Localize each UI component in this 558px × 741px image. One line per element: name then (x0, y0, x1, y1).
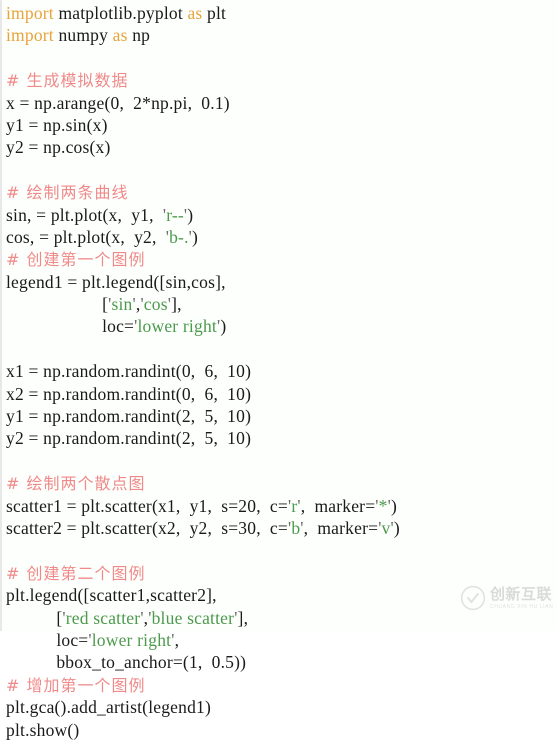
code-token-plain: ) (220, 316, 227, 337)
code-line: loc='lower right', (6, 629, 558, 651)
code-token-plain: ) (390, 495, 397, 516)
code-line: cos, = plt.plot(x, y2, 'b-.') (6, 226, 558, 248)
code-token-plain: , marker= (303, 517, 379, 538)
code-token-plain: x = np.arange(0, 2*np.pi, 0.1) (6, 92, 230, 113)
code-token-plain: y2 = np.cos(x) (6, 137, 111, 158)
code-token-plain: y1 = np.random.randint(2, 5, 10) (6, 406, 252, 427)
code-line: scatter1 = plt.scatter(x1, y1, s=20, c='… (6, 495, 558, 517)
code-snippet-block: import matplotlib.pyplot as plt import nu… (0, 0, 558, 740)
code-token-plain: y1 = np.sin(x) (6, 114, 108, 135)
code-token-kw: as (112, 25, 128, 46)
code-token-plain: x1 = np.random.randint(0, 6, 10) (6, 361, 252, 382)
code-token-comment: # 增加第一个图例 (6, 675, 146, 695)
code-token-comment: # 创建第一个图例 (6, 250, 146, 270)
code-line: y2 = np.cos(x) (6, 136, 558, 158)
code-line: y1 = np.random.randint(2, 5, 10) (6, 405, 558, 427)
code-token-str: sin (111, 294, 133, 315)
code-token-plain: scatter2 = plt.scatter(x2, y2, s=30, c= (6, 517, 288, 538)
code-token-plain: , (174, 629, 180, 650)
code-token-plain: loc= (6, 316, 135, 337)
code-token-kw: import (6, 3, 54, 23)
code-token-str: v (381, 517, 391, 538)
code-token-str: b-. (169, 226, 189, 247)
code-token-plain: numpy (53, 25, 113, 46)
code-token-plain: matplotlib.pyplot (53, 3, 188, 23)
code-token-plain: plt.show() (6, 719, 80, 740)
code-line: # 绘制两个散点图 (6, 472, 558, 494)
code-line: bbox_to_anchor=(1, 0.5)) (6, 651, 558, 673)
code-token-plain: , marker= (300, 495, 376, 516)
code-token-plain: legend1 = plt.legend([sin,cos], (6, 271, 226, 292)
code-line: x2 = np.random.randint(0, 6, 10) (6, 383, 558, 405)
code-token-plain: ) (187, 204, 194, 225)
code-token-plain: ) (192, 226, 199, 247)
code-line: y2 = np.random.randint(2, 5, 10) (6, 427, 558, 449)
code-line: sin, = plt.plot(x, y1, 'r--') (6, 204, 558, 226)
code-token-comment: # 创建第二个图例 (6, 563, 146, 583)
code-line: ['red scatter','blue scatter'], (6, 607, 558, 629)
code-token-comment: # 生成模拟数据 (6, 71, 129, 91)
code-token-str: red scatter (65, 607, 141, 628)
code-line: # 生成模拟数据 (6, 69, 558, 91)
code-line: import matplotlib.pyplot as plt (6, 2, 558, 24)
code-token-plain: plt.gca().add_artist(legend1) (6, 697, 212, 718)
code-token-comment: # 绘制两个散点图 (6, 474, 146, 494)
code-token-plain: [ (6, 294, 109, 315)
code-token-plain: x2 = np.random.randint(0, 6, 10) (6, 383, 252, 404)
code-token-str: blue scatter (151, 607, 235, 628)
code-token-plain: [ (6, 607, 63, 628)
code-line: plt.gca().add_artist(legend1) (6, 696, 558, 718)
code-token-plain: bbox_to_anchor=(1, 0.5)) (6, 652, 247, 673)
code-line: ['sin','cos'], (6, 293, 558, 315)
code-token-plain: np (127, 25, 151, 46)
code-token-plain: ) (393, 517, 400, 538)
code-line: plt.show() (6, 719, 558, 741)
code-line: x = np.arange(0, 2*np.pi, 0.1) (6, 92, 558, 114)
code-line: import numpy as np (6, 24, 558, 46)
code-token-comment: # 绘制两条曲线 (6, 183, 129, 203)
code-line: # 创建第一个图例 (6, 248, 558, 270)
code-lines-container: import matplotlib.pyplot as plt import nu… (6, 2, 558, 741)
code-token-plain: ], (237, 607, 249, 628)
code-token-str: b (291, 517, 301, 538)
code-token-str: * (378, 495, 388, 516)
code-token-kw: as (187, 3, 203, 23)
code-token-str: r-- (166, 204, 184, 225)
code-token-plain: y2 = np.random.randint(2, 5, 10) (6, 428, 252, 449)
code-token-plain: loc= (6, 629, 89, 650)
code-line: scatter2 = plt.scatter(x2, y2, s=30, c='… (6, 517, 558, 539)
code-token-str: cos (143, 294, 168, 315)
code-token-plain: sin, = plt.plot(x, y1, (6, 204, 163, 225)
code-token-plain: cos, = plt.plot(x, y2, (6, 226, 166, 247)
code-token-plain: ], (171, 294, 182, 315)
code-line: # 绘制两条曲线 (6, 181, 558, 203)
code-line: legend1 = plt.legend([sin,cos], (6, 271, 558, 293)
code-line: loc='lower right') (6, 315, 558, 337)
code-token-plain: plt (202, 3, 227, 23)
code-token-str: lower right (137, 316, 217, 337)
code-token-kw: import (6, 25, 54, 46)
code-line: x1 = np.random.randint(0, 6, 10) (6, 360, 558, 382)
code-token-str: lower right (91, 629, 172, 650)
code-line: plt.legend([scatter1,scatter2], (6, 584, 558, 606)
code-token-plain: plt.legend([scatter1,scatter2], (6, 585, 217, 606)
code-line: # 创建第二个图例 (6, 562, 558, 584)
code-line: y1 = np.sin(x) (6, 114, 558, 136)
code-line: # 增加第一个图例 (6, 674, 558, 696)
code-token-plain: scatter1 = plt.scatter(x1, y1, s=20, c= (6, 495, 288, 516)
